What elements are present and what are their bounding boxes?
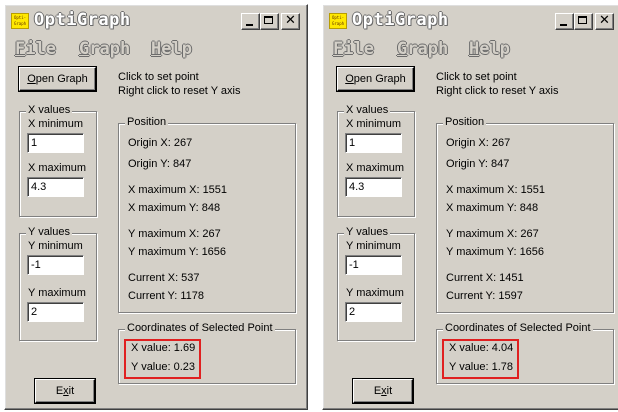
highlight-box: X value: 4.04 Y value: 1.78: [442, 339, 519, 379]
minimize-icon[interactable]: [555, 13, 574, 30]
window-title: OptiGraph: [34, 10, 131, 30]
x-maximum-input[interactable]: 4.3: [27, 177, 84, 197]
x-maximum-label: X maximum: [346, 162, 405, 174]
y-maximum-x-value: Y maximum X: 267: [128, 228, 221, 240]
x-maximum-y-value: X maximum Y: 848: [446, 202, 539, 214]
instruction-line: Click to set point: [436, 71, 517, 83]
x-maximum-x-value: X maximum X: 1551: [446, 184, 546, 196]
y-minimum-label: Y minimum: [28, 240, 83, 252]
y-maximum-x-value: Y maximum X: 267: [446, 228, 539, 240]
coordinates-group: Coordinates of Selected Point X value: 4…: [436, 322, 614, 384]
x-minimum-label: X minimum: [28, 118, 84, 130]
menu-file[interactable]: File: [15, 39, 56, 59]
maximize-icon[interactable]: [260, 13, 279, 30]
y-maximum-input[interactable]: 2: [345, 302, 402, 322]
highlight-box: X value: 1.69 Y value: 0.23: [124, 339, 201, 379]
menu-graph[interactable]: Graph: [397, 39, 448, 59]
menu-help[interactable]: Help: [151, 39, 192, 59]
instructions: Click to set point Right click to reset …: [118, 70, 240, 98]
position-group: Position Origin X: 267 Origin Y: 847 X m…: [118, 116, 296, 313]
x-maximum-label: X maximum: [28, 162, 87, 174]
y-minimum-input[interactable]: -1: [27, 255, 84, 275]
instructions: Click to set point Right click to reset …: [436, 70, 558, 98]
window-title: OptiGraph: [352, 10, 449, 30]
optigraph-window-before: Opti-Graph OptiGraph File Graph Help Ope…: [4, 4, 308, 410]
title-bar[interactable]: Opti-Graph OptiGraph: [8, 8, 304, 34]
y-maximum-input[interactable]: 2: [27, 302, 84, 322]
exit-button[interactable]: Exit: [353, 379, 413, 403]
optigraph-window-after: Opti-Graph OptiGraph File Graph Help Ope…: [322, 4, 618, 410]
optigraph-app-icon: Opti-Graph: [329, 13, 347, 29]
instruction-line: Right click to reset Y axis: [118, 85, 241, 97]
y-minimum-label: Y minimum: [346, 240, 401, 252]
selected-x-value: X value: 4.04: [449, 342, 514, 354]
selected-x-value: X value: 1.69: [131, 342, 196, 354]
origin-y-value: Origin Y: 847: [446, 158, 510, 170]
y-values-group: Y values Y minimum -1 Y maximum 2: [19, 226, 97, 341]
close-icon[interactable]: [281, 13, 300, 30]
open-graph-button[interactable]: Open Graph: [337, 67, 414, 91]
group-legend: Coordinates of Selected Point: [443, 322, 593, 334]
x-maximum-x-value: X maximum X: 1551: [128, 184, 228, 196]
origin-x-value: Origin X: 267: [446, 137, 511, 149]
y-maximum-label: Y maximum: [28, 287, 86, 299]
menu-file[interactable]: File: [333, 39, 374, 59]
y-maximum-y-value: Y maximum Y: 1656: [446, 246, 545, 258]
menu-help[interactable]: Help: [469, 39, 510, 59]
group-legend: Position: [443, 116, 487, 128]
y-maximum-y-value: Y maximum Y: 1656: [128, 246, 227, 258]
group-legend: Y values: [344, 226, 390, 238]
origin-x-value: Origin X: 267: [128, 137, 193, 149]
coordinates-group: Coordinates of Selected Point X value: 1…: [118, 322, 296, 384]
current-y-value: Current Y: 1178: [128, 290, 205, 302]
group-legend: X values: [26, 104, 73, 116]
x-minimum-input[interactable]: 1: [27, 133, 84, 153]
current-x-value: Current X: 1451: [446, 272, 524, 284]
x-minimum-input[interactable]: 1: [345, 133, 402, 153]
group-legend: Y values: [26, 226, 72, 238]
current-x-value: Current X: 537: [128, 272, 200, 284]
y-minimum-input[interactable]: -1: [345, 255, 402, 275]
group-legend: Position: [125, 116, 169, 128]
group-legend: Coordinates of Selected Point: [125, 322, 275, 334]
selected-y-value: Y value: 1.78: [449, 361, 514, 373]
close-icon[interactable]: [595, 13, 614, 30]
group-legend: X values: [344, 104, 391, 116]
x-values-group: X values X minimum 1 X maximum 4.3: [19, 104, 97, 217]
minimize-icon[interactable]: [241, 13, 260, 30]
open-graph-button[interactable]: Open Graph: [19, 67, 96, 91]
x-maximum-y-value: X maximum Y: 848: [128, 202, 221, 214]
exit-button[interactable]: Exit: [35, 379, 95, 403]
maximize-icon[interactable]: [574, 13, 593, 30]
y-values-group: Y values Y minimum -1 Y maximum 2: [337, 226, 415, 341]
x-values-group: X values X minimum 1 X maximum 4.3: [337, 104, 415, 217]
title-bar[interactable]: Opti-Graph OptiGraph: [326, 8, 618, 34]
x-minimum-label: X minimum: [346, 118, 402, 130]
x-maximum-input[interactable]: 4.3: [345, 177, 402, 197]
menu-graph[interactable]: Graph: [79, 39, 130, 59]
origin-y-value: Origin Y: 847: [128, 158, 192, 170]
position-group: Position Origin X: 267 Origin Y: 847 X m…: [436, 116, 614, 313]
selected-y-value: Y value: 0.23: [131, 361, 196, 373]
y-maximum-label: Y maximum: [346, 287, 404, 299]
current-y-value: Current Y: 1597: [446, 290, 523, 302]
instruction-line: Right click to reset Y axis: [436, 85, 559, 97]
optigraph-app-icon: Opti-Graph: [11, 13, 29, 29]
instruction-line: Click to set point: [118, 71, 199, 83]
